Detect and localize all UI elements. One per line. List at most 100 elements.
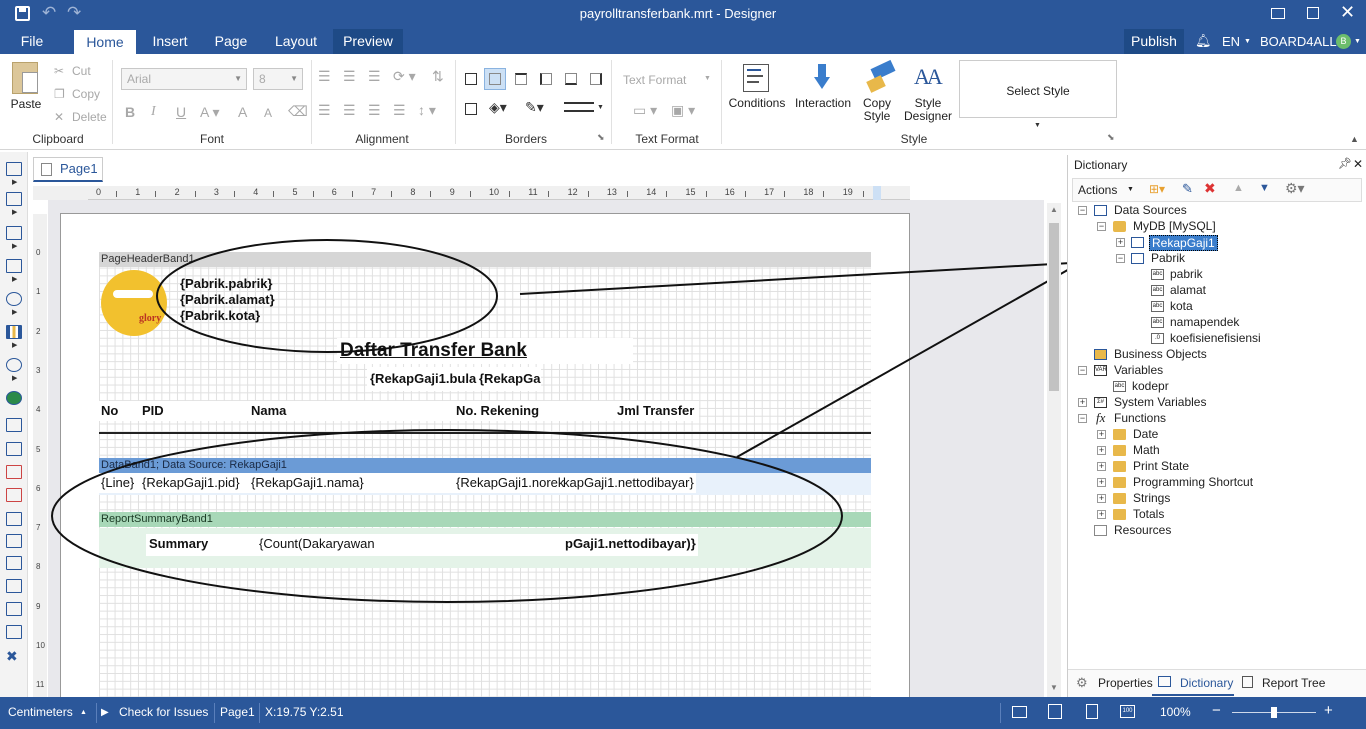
tree-system-variables[interactable]: System Variables (1114, 395, 1206, 409)
tree-fn-strings[interactable]: Strings (1133, 491, 1170, 505)
zoom-100-icon[interactable]: 100 (1120, 705, 1135, 718)
pin-icon[interactable]: 📌︎ (1338, 157, 1352, 170)
folder-icon (1113, 477, 1126, 488)
new-item-icon[interactable]: ⊞▾ (1149, 182, 1165, 196)
tree-rekapgaji1[interactable]: RekapGaji1 (1149, 235, 1218, 251)
tab-report-tree[interactable]: Report Tree (1262, 676, 1325, 690)
column-decimal-icon: .0 (1151, 333, 1164, 344)
dictionary-toolbar: Actions ▼ ⊞▾ ✎ ✖ ▲ ▼ ⚙▾ (1072, 178, 1362, 202)
panel-tabs: ⚙ Properties Dictionary Report Tree (1068, 669, 1366, 697)
business-objects-icon (1094, 349, 1107, 360)
collapse-icon[interactable]: − (1078, 414, 1087, 423)
separator (259, 703, 260, 723)
collapse-icon[interactable]: − (1116, 254, 1125, 263)
expand-icon[interactable]: + (1078, 398, 1087, 407)
collapse-icon[interactable]: − (1078, 206, 1087, 215)
annotation-ellipse-header (156, 239, 498, 353)
column-abc-icon: abc (1151, 317, 1164, 328)
function-icon: fx (1096, 410, 1106, 425)
column-abc-icon: abc (1151, 285, 1164, 296)
tree-data-sources[interactable]: Data Sources (1114, 203, 1187, 217)
folder-icon (1113, 461, 1126, 472)
chevron-up-icon: ▲ (80, 709, 87, 716)
tree-fn-math[interactable]: Math (1133, 443, 1160, 457)
tree-fn-date[interactable]: Date (1133, 427, 1158, 441)
zoom-slider[interactable] (1232, 707, 1316, 718)
tree-pabrik[interactable]: Pabrik (1151, 251, 1185, 265)
canvas-scrollbar[interactable]: ▲ ▼ (1047, 203, 1061, 697)
zoom-level: 100% (1160, 705, 1191, 719)
properties-icon: ⚙ (1076, 675, 1088, 690)
zoom-in-icon[interactable]: + (1324, 702, 1333, 719)
annotation-arrow-pabrik (519, 260, 1107, 295)
folder-icon (1113, 493, 1126, 504)
scroll-down-icon[interactable]: ▼ (1050, 683, 1058, 692)
chevron-down-icon: ▼ (1127, 186, 1134, 193)
tree-resources[interactable]: Resources (1114, 523, 1171, 537)
expand-icon[interactable]: + (1097, 510, 1106, 519)
whole-page-icon[interactable] (1086, 704, 1098, 719)
settings-icon[interactable]: ⚙▾ (1285, 180, 1305, 197)
folder-icon (1113, 509, 1126, 520)
tree-business-objects[interactable]: Business Objects (1114, 347, 1207, 361)
scroll-thumb[interactable] (1049, 223, 1059, 391)
tree-col-pabrik[interactable]: pabrik (1170, 267, 1203, 281)
tree-col-namapendek[interactable]: namapendek (1170, 315, 1239, 329)
expand-icon[interactable]: + (1097, 494, 1106, 503)
delete-icon[interactable]: ✖ (1204, 180, 1216, 197)
actions-menu[interactable]: Actions (1078, 183, 1117, 197)
close-panel-icon[interactable]: ✕ (1353, 157, 1363, 171)
annotation-ellipse-body (51, 429, 843, 603)
tree-variables[interactable]: Variables (1114, 363, 1163, 377)
dictionary-panel: Dictionary 📌︎ ✕ Actions ▼ ⊞▾ ✎ ✖ ▲ ▼ ⚙▾ … (1067, 155, 1366, 697)
dictionary-tab-icon (1158, 676, 1171, 687)
separator (1000, 703, 1001, 723)
units-selector[interactable]: Centimeters (8, 705, 73, 719)
folder-icon (1113, 445, 1126, 456)
expand-icon[interactable]: + (1097, 430, 1106, 439)
tree-fn-programming[interactable]: Programming Shortcut (1133, 475, 1253, 489)
column-abc-icon: abc (1151, 301, 1164, 312)
system-variables-icon: Σ# (1094, 397, 1107, 408)
expand-icon[interactable]: + (1097, 462, 1106, 471)
separator (214, 703, 215, 723)
tree-col-koefisienefisiensi[interactable]: koefisienefisiensi (1170, 331, 1261, 345)
zoom-slider-thumb[interactable] (1271, 707, 1277, 718)
expand-icon[interactable]: + (1116, 238, 1125, 247)
edit-icon[interactable]: ✎ (1182, 181, 1193, 197)
page-height-icon[interactable] (1048, 704, 1062, 719)
scroll-up-icon[interactable]: ▲ (1050, 205, 1058, 214)
column-abc-icon: abc (1151, 269, 1164, 280)
expand-icon[interactable]: + (1097, 446, 1106, 455)
tree-col-kota[interactable]: kota (1170, 299, 1193, 313)
cursor-coords: X:19.75 Y:2.51 (265, 705, 344, 719)
tab-properties[interactable]: Properties (1098, 676, 1153, 690)
play-icon[interactable]: ▶ (101, 707, 109, 718)
table-icon (1131, 237, 1144, 248)
collapse-icon[interactable]: − (1097, 222, 1106, 231)
variables-icon: VAR (1094, 365, 1107, 376)
tree-col-alamat[interactable]: alamat (1170, 283, 1206, 297)
tree-functions[interactable]: Functions (1114, 411, 1166, 425)
current-page: Page1 (220, 705, 255, 719)
datasources-icon (1094, 205, 1107, 216)
tree-fn-printstate[interactable]: Print State (1133, 459, 1189, 473)
tab-dictionary[interactable]: Dictionary (1180, 676, 1233, 690)
folder-icon (1113, 429, 1126, 440)
resources-icon (1094, 525, 1107, 536)
page-width-icon[interactable] (1012, 706, 1027, 718)
table-icon (1131, 253, 1144, 264)
dictionary-title: Dictionary (1074, 158, 1128, 172)
collapse-icon[interactable]: − (1078, 366, 1087, 375)
tree-mydb[interactable]: MyDB [MySQL] (1133, 219, 1216, 233)
tree-fn-totals[interactable]: Totals (1133, 507, 1164, 521)
expand-icon[interactable]: + (1097, 478, 1106, 487)
move-down-icon[interactable]: ▼ (1259, 182, 1270, 194)
move-up-icon[interactable]: ▲ (1233, 182, 1244, 194)
report-tree-icon (1242, 676, 1253, 688)
tree-kodepr[interactable]: kodepr (1132, 379, 1169, 393)
database-icon (1113, 221, 1126, 232)
status-bar: Centimeters ▲ ▶ Check for Issues Page1 X… (0, 697, 1366, 729)
zoom-out-icon[interactable]: − (1212, 702, 1221, 719)
check-issues-button[interactable]: Check for Issues (119, 705, 208, 719)
